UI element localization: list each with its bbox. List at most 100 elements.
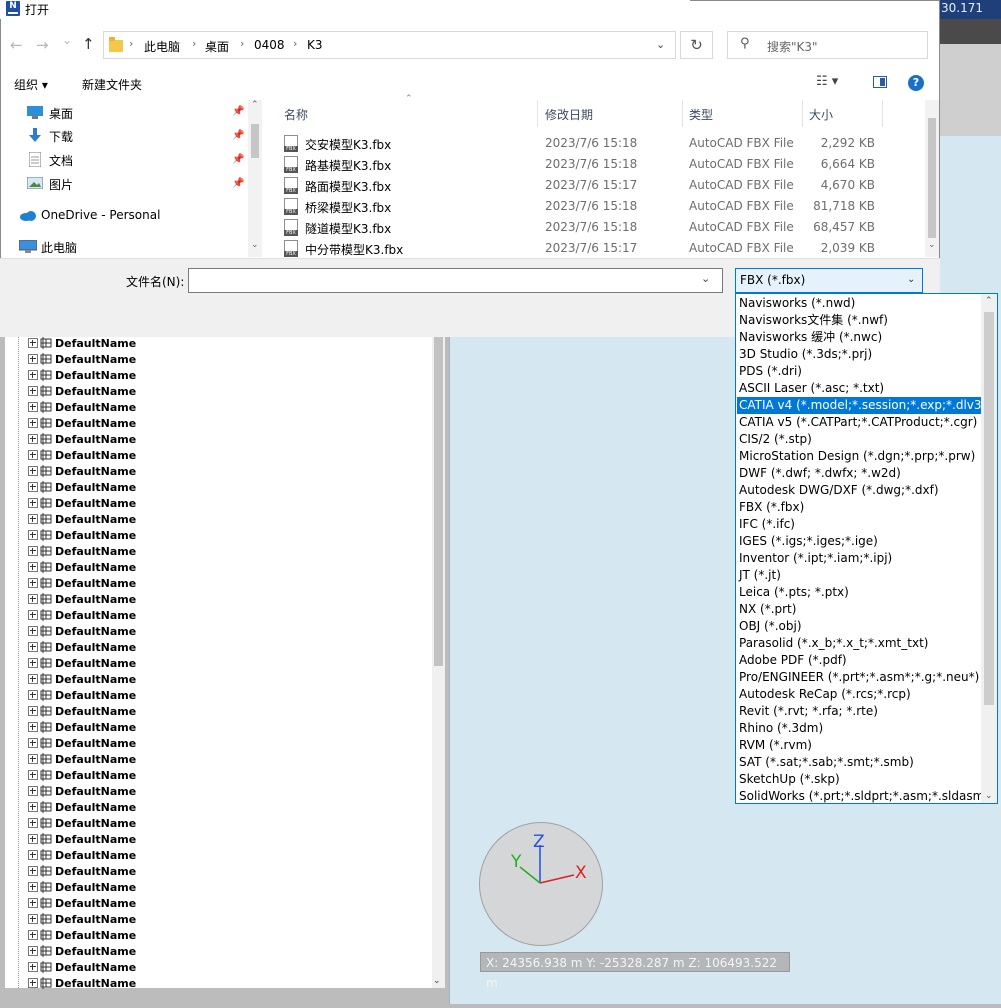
expand-icon[interactable]: [28, 690, 38, 700]
dialog-titlebar[interactable]: [0, 0, 690, 19]
breadcrumb-0408[interactable]: 0408: [254, 38, 285, 52]
tree-node[interactable]: DefaultName: [28, 367, 136, 383]
scroll-up-icon[interactable]: ⌃: [985, 296, 993, 306]
column-header-type[interactable]: 类型: [689, 106, 713, 123]
file-type-option[interactable]: JT (*.jt): [737, 567, 981, 584]
recent-locations-icon[interactable]: ⌄: [62, 33, 72, 47]
file-type-option[interactable]: IFC (*.ifc): [737, 516, 981, 533]
sidebar-item-pictures[interactable]: 图片: [49, 176, 73, 193]
scroll-down-icon[interactable]: ⌄: [928, 240, 936, 250]
expand-icon[interactable]: [28, 434, 38, 444]
breadcrumb-this-pc[interactable]: 此电脑: [144, 38, 180, 55]
scroll-down-icon[interactable]: ⌄: [251, 240, 259, 250]
column-header-modified[interactable]: 修改日期: [545, 106, 593, 123]
column-divider[interactable]: [682, 100, 683, 127]
tree-node[interactable]: DefaultName: [28, 495, 136, 511]
tree-node[interactable]: DefaultName: [28, 959, 136, 975]
expand-icon[interactable]: [28, 930, 38, 940]
pinned-icon[interactable]: 📌: [232, 106, 244, 117]
scroll-down-icon[interactable]: ⌄: [985, 791, 993, 801]
tree-node[interactable]: DefaultName: [28, 831, 136, 847]
tree-node[interactable]: DefaultName: [28, 687, 136, 703]
file-type-option[interactable]: CIS/2 (*.stp): [737, 431, 981, 448]
file-type-option[interactable]: SketchUp (*.skp): [737, 771, 981, 788]
file-type-scrollbar-thumb[interactable]: [984, 312, 994, 705]
expand-icon[interactable]: [28, 354, 38, 364]
up-folder-icon[interactable]: ↑: [82, 35, 95, 53]
expand-icon[interactable]: [28, 418, 38, 428]
expand-icon[interactable]: [28, 674, 38, 684]
address-dropdown-icon[interactable]: ⌄: [656, 38, 665, 51]
file-type-option[interactable]: Autodesk ReCap (*.rcs;*.rcp): [737, 686, 981, 703]
tree-node[interactable]: DefaultName: [28, 351, 136, 367]
expand-icon[interactable]: [28, 482, 38, 492]
expand-icon[interactable]: [28, 770, 38, 780]
tree-node[interactable]: DefaultName: [28, 639, 136, 655]
new-folder-button[interactable]: 新建文件夹: [82, 76, 142, 93]
file-type-option[interactable]: Leica (*.pts; *.ptx): [737, 584, 981, 601]
expand-icon[interactable]: [28, 610, 38, 620]
file-type-option[interactable]: Navisworks 缓冲 (*.nwc): [737, 329, 981, 346]
scroll-up-icon[interactable]: ⌃: [251, 100, 259, 110]
tree-node[interactable]: DefaultName: [28, 751, 136, 767]
expand-icon[interactable]: [28, 578, 38, 588]
expand-icon[interactable]: [28, 402, 38, 412]
expand-icon[interactable]: [28, 530, 38, 540]
file-row[interactable]: 路面模型K3.fbx 2023/7/6 15:17 AutoCAD FBX Fi…: [265, 175, 905, 196]
navigation-pane-scrollbar[interactable]: ⌃ ⌄: [248, 100, 262, 257]
tree-node[interactable]: DefaultName: [28, 863, 136, 879]
tree-node[interactable]: DefaultName: [28, 527, 136, 543]
file-type-option[interactable]: Pro/ENGINEER (*.prt*;*.asm*;*.g;*.neu*): [737, 669, 981, 686]
tree-node[interactable]: DefaultName: [28, 543, 136, 559]
tree-node[interactable]: DefaultName: [28, 335, 136, 351]
tree-node[interactable]: DefaultName: [28, 783, 136, 799]
tree-node[interactable]: DefaultName: [28, 431, 136, 447]
tree-node[interactable]: DefaultName: [28, 383, 136, 399]
file-row[interactable]: 桥梁模型K3.fbx 2023/7/6 15:18 AutoCAD FBX Fi…: [265, 196, 905, 217]
expand-icon[interactable]: [28, 594, 38, 604]
expand-icon[interactable]: [28, 802, 38, 812]
breadcrumb-desktop[interactable]: 桌面: [205, 38, 229, 55]
tree-node[interactable]: DefaultName: [28, 415, 136, 431]
tree-node[interactable]: DefaultName: [28, 655, 136, 671]
file-type-option[interactable]: ASCII Laser (*.asc; *.txt): [737, 380, 981, 397]
tree-node[interactable]: DefaultName: [28, 703, 136, 719]
expand-icon[interactable]: [28, 466, 38, 476]
tree-node[interactable]: DefaultName: [28, 975, 136, 991]
view-options-icon[interactable]: ☷ ▾: [816, 74, 838, 89]
expand-icon[interactable]: [28, 786, 38, 796]
tree-node[interactable]: DefaultName: [28, 399, 136, 415]
refresh-button[interactable]: ↻: [680, 31, 713, 59]
expand-icon[interactable]: [28, 962, 38, 972]
column-header-name[interactable]: 名称: [284, 106, 308, 123]
expand-icon[interactable]: [28, 386, 38, 396]
tree-node[interactable]: DefaultName: [28, 895, 136, 911]
search-input[interactable]: ⚲ 搜索"K3": [727, 31, 928, 59]
sidebar-item-this-pc[interactable]: 此电脑: [41, 239, 77, 256]
expand-icon[interactable]: [28, 514, 38, 524]
tree-node[interactable]: DefaultName: [28, 575, 136, 591]
expand-icon[interactable]: [28, 498, 38, 508]
file-type-option[interactable]: DWF (*.dwf; *.dwfx; *.w2d): [737, 465, 981, 482]
file-type-option[interactable]: Revit (*.rvt; *.rfa; *.rte): [737, 703, 981, 720]
expand-icon[interactable]: [28, 706, 38, 716]
tree-node[interactable]: DefaultName: [28, 927, 136, 943]
tree-node[interactable]: DefaultName: [28, 815, 136, 831]
file-type-option[interactable]: 3D Studio (*.3ds;*.prj): [737, 346, 981, 363]
expand-icon[interactable]: [28, 754, 38, 764]
expand-icon[interactable]: [28, 898, 38, 908]
file-name-input[interactable]: [188, 268, 723, 293]
column-header-size[interactable]: 大小: [809, 106, 833, 123]
tree-node[interactable]: DefaultName: [28, 911, 136, 927]
file-type-option[interactable]: SolidWorks (*.prt;*.sldprt;*.asm;*.sldas…: [737, 788, 989, 805]
file-list-scrollbar[interactable]: ⌄: [925, 100, 939, 257]
file-type-option[interactable]: FBX (*.fbx): [737, 499, 981, 516]
file-type-option[interactable]: NX (*.prt): [737, 601, 981, 618]
tree-node[interactable]: DefaultName: [28, 479, 136, 495]
expand-icon[interactable]: [28, 978, 38, 988]
pinned-icon[interactable]: 📌: [232, 130, 244, 141]
file-list-scrollbar-thumb[interactable]: [928, 118, 936, 238]
file-row[interactable]: 交安模型K3.fbx 2023/7/6 15:18 AutoCAD FBX Fi…: [265, 133, 905, 154]
tree-node[interactable]: DefaultName: [28, 767, 136, 783]
sidebar-item-downloads[interactable]: 下载: [49, 128, 73, 145]
